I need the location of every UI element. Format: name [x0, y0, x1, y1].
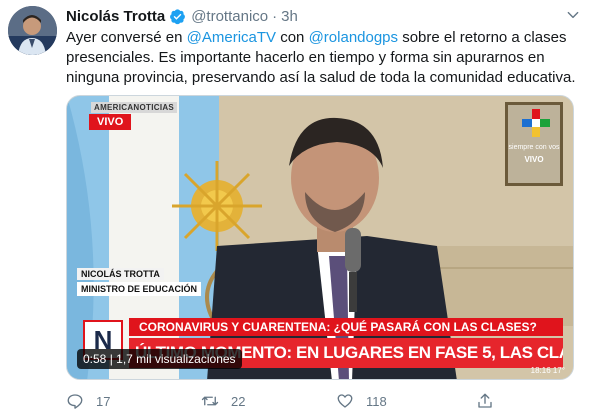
ticker-headline: CORONAVIRUS Y CUARENTENA: ¿QUÉ PASARÁ CO…	[129, 318, 563, 336]
tweet-actions: 17 22 118	[66, 392, 536, 412]
retweet-count: 22	[231, 393, 246, 409]
verified-badge-icon	[170, 8, 186, 24]
retweet-button[interactable]: 22	[201, 392, 245, 410]
video-player[interactable]: AMERICANOTICIAS VIVO siempre con vos VIV…	[66, 95, 574, 380]
reply-button[interactable]: 17	[66, 392, 110, 410]
tweet-text-part: con	[276, 29, 309, 46]
lower-third-role: MINISTRO DE EDUCACIÓN	[77, 282, 202, 296]
author-name[interactable]: Nicolás Trotta	[66, 8, 165, 25]
video-clock: 18:16 17°	[530, 366, 565, 375]
share-icon	[478, 393, 492, 408]
tweet-text-part: Ayer conversé en	[66, 29, 187, 46]
view-count: 1,7 mil visualizaciones	[116, 352, 236, 366]
video-duration: 0:58	[83, 352, 107, 366]
channel-brand: AMERICANOTICIAS	[91, 102, 178, 113]
counter-separator: |	[106, 352, 117, 366]
like-count: 118	[366, 393, 387, 409]
live-tag: VIVO	[89, 114, 132, 130]
avatar-photo	[8, 6, 57, 55]
channel-logo: siempre con vos VIVO	[505, 102, 563, 186]
tweet[interactable]: Nicolás Trotta @trottanico · 3h Ayer con…	[0, 0, 596, 416]
tweet-header: Nicolás Trotta @trottanico · 3h	[66, 6, 298, 26]
heart-icon	[337, 394, 353, 408]
mention-link[interactable]: @rolandogps	[309, 29, 398, 46]
channel-logo-live: VIVO	[524, 155, 544, 164]
reply-count: 17	[96, 393, 111, 409]
lower-third-name: NICOLÁS TROTTA	[77, 268, 164, 280]
tweet-timestamp[interactable]: 3h	[281, 8, 298, 25]
reply-icon	[67, 394, 83, 409]
like-button[interactable]: 118	[336, 392, 387, 410]
tweet-text: Ayer conversé en @AmericaTV con @rolando…	[66, 28, 586, 88]
header-separator: ·	[272, 7, 278, 25]
author-handle[interactable]: @trottanico	[191, 8, 268, 25]
mention-link[interactable]: @AmericaTV	[187, 29, 276, 46]
america-logo-icon	[522, 109, 550, 137]
channel-logo-text: siempre con vos	[508, 144, 560, 151]
chevron-down-icon[interactable]	[566, 8, 580, 22]
retweet-icon	[201, 396, 219, 406]
avatar[interactable]	[8, 6, 57, 55]
share-button[interactable]	[476, 392, 506, 410]
video-counter: 0:58 | 1,7 mil visualizaciones	[77, 349, 242, 369]
